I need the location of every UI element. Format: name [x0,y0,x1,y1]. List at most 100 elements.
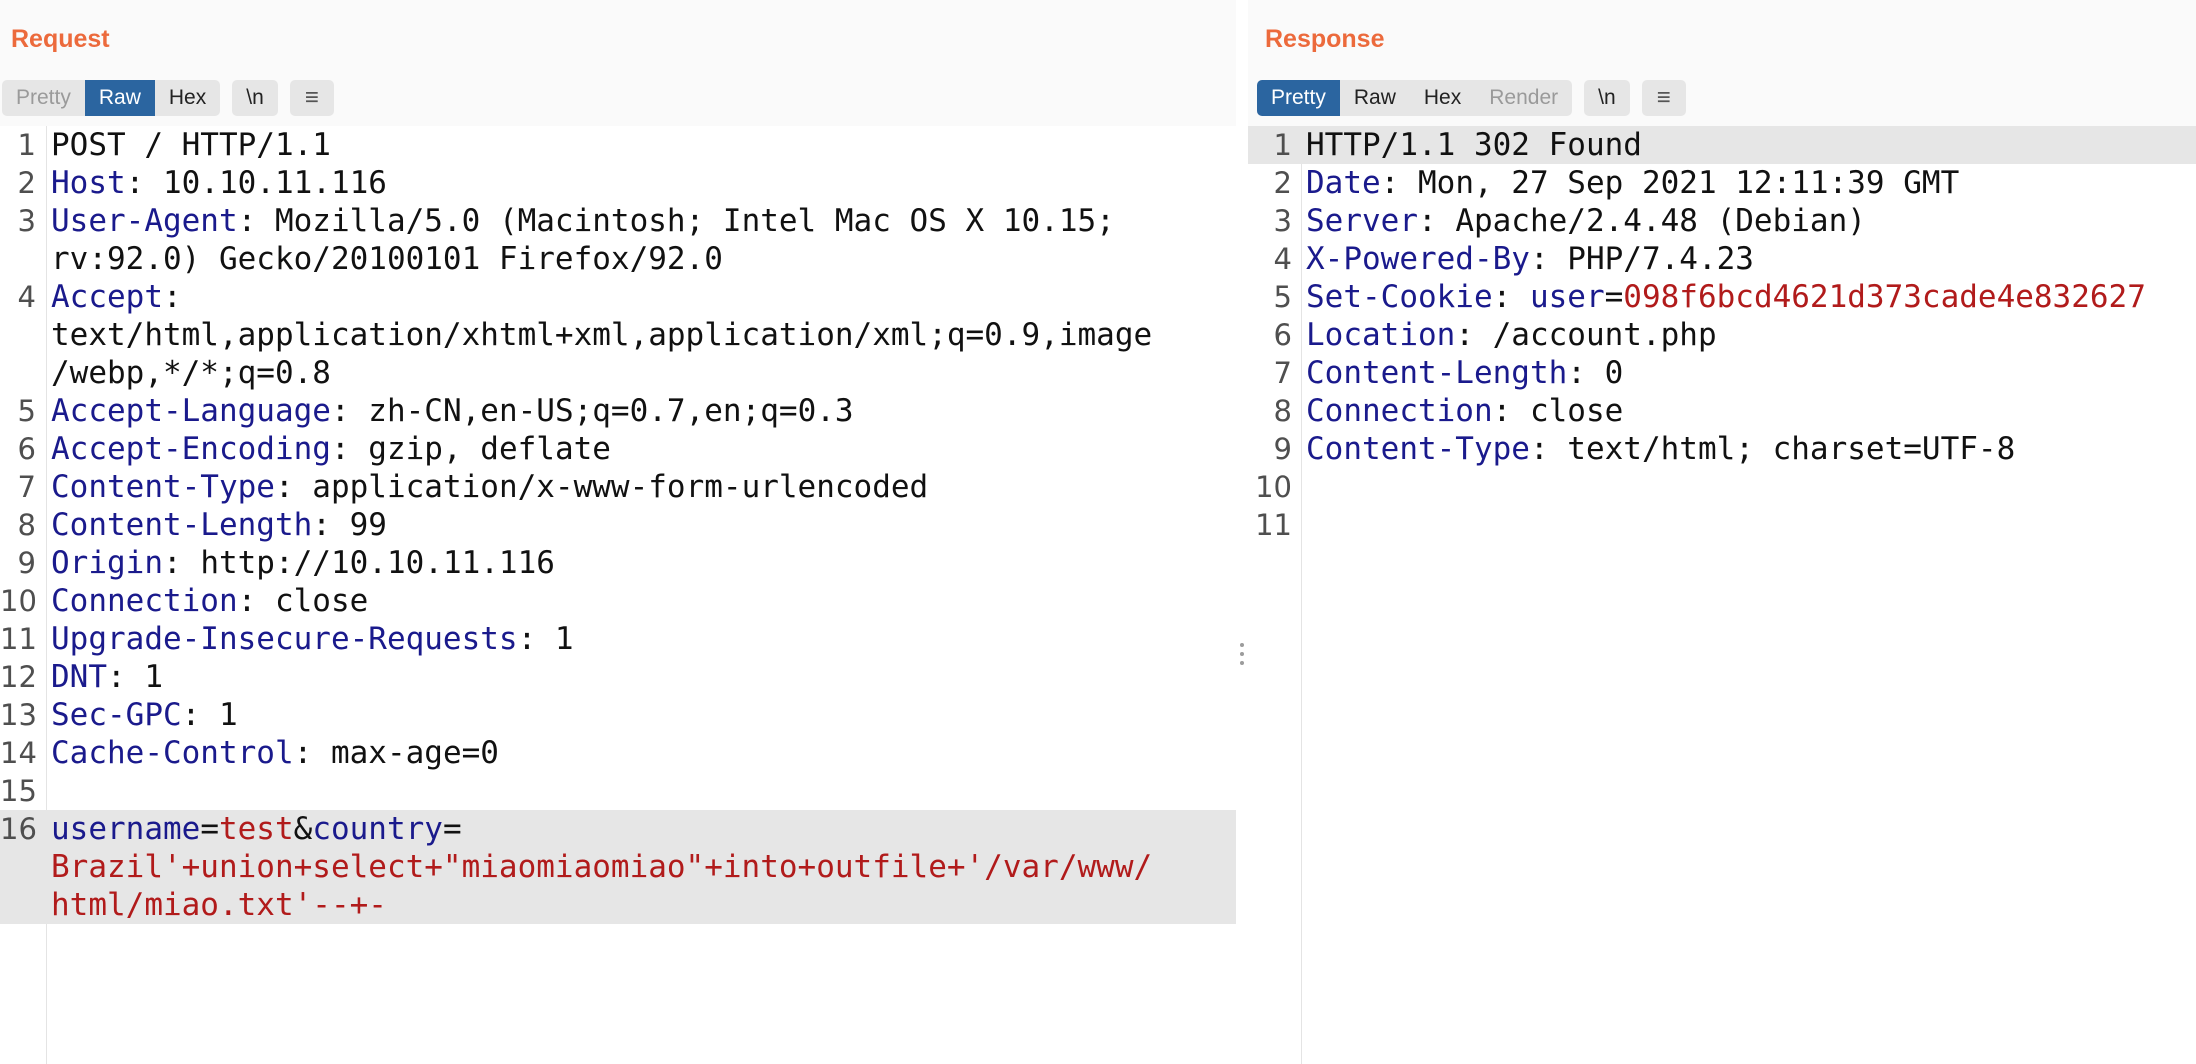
line-number: 2 [1273,166,1292,200]
request-toolbar: Pretty Raw Hex \n ≡ [2,80,346,116]
line-number: 4 [17,280,36,314]
header-value: http://10.10.11.116 [181,545,555,581]
response-lines: 1 HTTP/1.1 302 Found 2 Date: Mon, 27 Sep … [1248,126,2196,544]
code-line[interactable]: 9 Origin: http://10.10.11.116 [0,544,1236,582]
code-text: Upgrade-Insecure-Requests: 1 [51,621,574,657]
code-text: Accept-Language: zh-CN,en-US;q=0.7,en;q=… [51,393,854,429]
header-key: Origin [51,545,163,581]
response-raw-tab[interactable]: Raw [1340,80,1410,116]
code-text: Content-Type: text/html; charset=UTF-8 [1306,431,2016,467]
code-text: Content-Length: 99 [51,507,387,543]
code-line[interactable]: 8 Connection: close [1248,392,2196,430]
header-value: 1 [200,697,238,733]
header-value: Mon, 27 Sep 2021 12:11:39 GMT [1399,165,1960,201]
code-line[interactable]: 15 ​ [0,772,1236,810]
param-key-country: country [312,811,443,847]
code-text: ​ [1306,468,2196,506]
code-line[interactable]: 1 POST / HTTP/1.1 [0,126,1236,164]
response-set-cookie-line[interactable]: 5 Set-Cookie: user=098f6bcd4621d373cade4… [1248,278,2196,316]
header-key: X-Powered-By [1306,241,1530,277]
line-number: 13 [0,698,37,732]
code-line[interactable]: 9 Content-Type: text/html; charset=UTF-8 [1248,430,2196,468]
line-number: 7 [1273,356,1292,390]
header-value: 10.10.11.116 [144,165,387,201]
response-editor[interactable]: 1 HTTP/1.1 302 Found 2 Date: Mon, 27 Sep … [1248,126,2196,1064]
line-number: 11 [1255,508,1292,542]
hamburger-menu-icon[interactable]: ≡ [1642,80,1686,116]
line-number: 11 [0,622,37,656]
request-newline-group: \n [232,80,278,116]
header-value: text/html,application/xhtml+xml,applicat… [51,317,1153,391]
cookie-name: user [1529,279,1605,315]
code-line[interactable]: 8 Content-Length: 99 [0,506,1236,544]
code-text: Sec-GPC: 1 [51,697,238,733]
response-render-tab[interactable]: Render [1475,80,1572,116]
code-line[interactable]: 4 X-Powered-By: PHP/7.4.23 [1248,240,2196,278]
code-line[interactable]: 3 Server: Apache/2.4.48 (Debian) [1248,202,2196,240]
response-view-mode-group: Pretty Raw Hex Render [1257,80,1573,116]
code-line[interactable]: 6 Location: /account.php [1248,316,2196,354]
response-newline-toggle[interactable]: \n [1584,80,1630,116]
code-line[interactable]: 11 ​ [1248,506,2196,544]
line-number: 3 [17,204,36,238]
header-key: Content-Length [1306,355,1568,391]
response-pretty-tab[interactable]: Pretty [1257,80,1340,116]
header-key: Connection [51,583,238,619]
param-key-username: username [51,811,201,847]
header-value: 99 [330,507,387,543]
response-status-line[interactable]: 1 HTTP/1.1 302 Found [1248,126,2196,164]
code-line[interactable]: 13 Sec-GPC: 1 [0,696,1236,734]
code-line[interactable]: 11 Upgrade-Insecure-Requests: 1 [0,620,1236,658]
response-header: Response Pretty Raw Hex Render \n ≡ [1248,0,2196,126]
code-line[interactable]: 10 Connection: close [0,582,1236,620]
code-line[interactable]: 4 Accept: text/html,application/xhtml+xml… [0,278,1236,392]
line-number: 12 [0,660,37,694]
code-text: Accept-Encoding: gzip, deflate [51,431,611,467]
vertical-dots-icon[interactable] [1240,643,1244,670]
header-key: Date [1306,165,1381,201]
header-key: Connection [1306,393,1493,429]
response-newline-group: \n [1584,80,1630,116]
code-text: POST / HTTP/1.1 [51,126,1236,164]
request-view-mode-group: Pretty Raw Hex [2,80,221,116]
header-key: Accept-Encoding [51,431,331,467]
request-pane: Request Pretty Raw Hex \n ≡ 1 POST / HTTP… [0,0,1236,1064]
cookie-value: 098f6bcd4621d373cade4e832627 [1623,279,2146,315]
code-text: Origin: http://10.10.11.116 [51,545,555,581]
code-line[interactable]: 5 Accept-Language: zh-CN,en-US;q=0.7,en;q… [0,392,1236,430]
request-title: Request [11,25,110,53]
request-body-code[interactable]: username=test&country= Brazil'+union+sel… [51,810,1236,924]
code-line[interactable]: 3 User-Agent: Mozilla/5.0 (Macintosh; Int… [0,202,1236,278]
code-line[interactable]: 14 Cache-Control: max-age=0 [0,734,1236,772]
line-number: 7 [17,470,36,504]
header-value: application/x-www-form-urlencoded [293,469,929,505]
pane-splitter[interactable] [1236,0,1248,1064]
code-line[interactable]: 7 Content-Type: application/x-www-form-ur… [0,468,1236,506]
header-value: 1 [125,659,163,695]
line-number: 15 [0,774,37,808]
request-hex-tab[interactable]: Hex [155,80,220,116]
header-value: Apache/2.4.48 (Debian) [1436,203,1866,239]
code-line[interactable]: 10 ​ [1248,468,2196,506]
request-editor[interactable]: 1 POST / HTTP/1.1 2 Host: 10.10.11.116 3 User… [0,126,1236,1064]
header-value: close [256,583,369,619]
header-value: PHP/7.4.23 [1548,241,1754,277]
code-line[interactable]: 7 Content-Length: 0 [1248,354,2196,392]
code-line[interactable]: 2 Date: Mon, 27 Sep 2021 12:11:39 GMT [1248,164,2196,202]
code-text: Cache-Control: max-age=0 [51,735,499,771]
code-line[interactable]: 12 DNT: 1 [0,658,1236,696]
code-line[interactable]: 2 Host: 10.10.11.116 [0,164,1236,202]
response-hex-tab[interactable]: Hex [1410,80,1475,116]
header-key: Accept-Language [51,393,331,429]
request-body-line[interactable]: 16 username=test&country= Brazil'+union+… [0,810,1236,924]
code-line[interactable]: 6 Accept-Encoding: gzip, deflate [0,430,1236,468]
response-header-lines-after: 6 Location: /account.php 7 Content-Length: … [1248,316,2196,544]
request-raw-tab[interactable]: Raw [84,80,155,116]
line-number: 10 [0,584,37,618]
hamburger-menu-icon[interactable]: ≡ [290,80,334,116]
line-number: 16 [0,812,37,846]
header-value: 1 [536,621,574,657]
request-newline-toggle[interactable]: \n [232,80,278,116]
line-number: 8 [1273,394,1292,428]
request-pretty-tab[interactable]: Pretty [2,80,85,116]
